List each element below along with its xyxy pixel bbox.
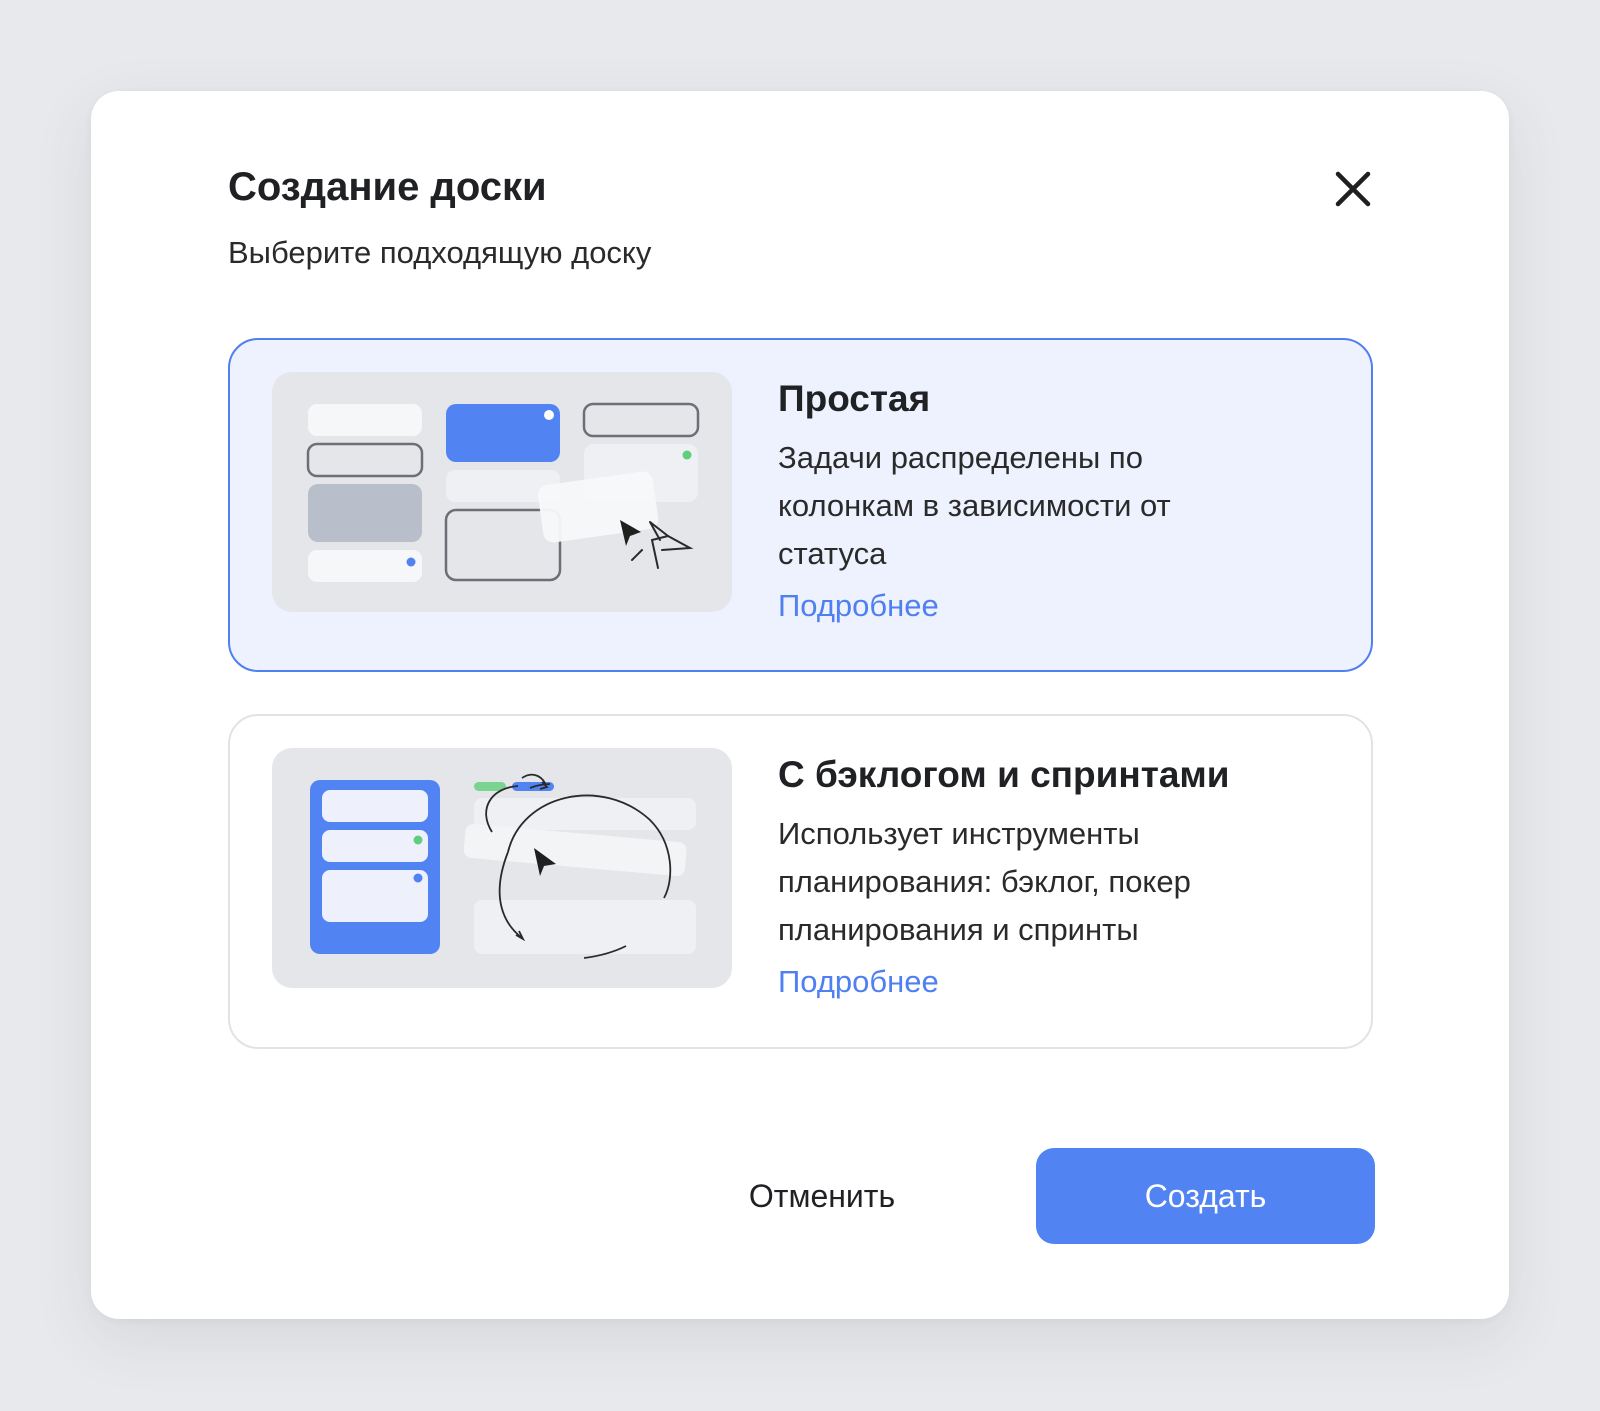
create-button[interactable]: Создать (1036, 1148, 1375, 1244)
sprint-cycle-illustration (272, 748, 732, 988)
create-board-dialog: Создание доски Выберите подходящую доску (91, 91, 1509, 1319)
dialog-title: Создание доски (228, 165, 547, 209)
kanban-board-illustration (272, 372, 732, 612)
board-option-backlog-sprints[interactable]: С бэклогом и спринтами Использует инстру… (228, 714, 1373, 1049)
board-option-simple[interactable]: Простая Задачи распределены по колонкам … (228, 338, 1373, 672)
learn-more-link[interactable]: Подробнее (778, 962, 939, 1002)
option-title: Простая (778, 378, 931, 419)
option-description: Задачи распределены по колонкам в зависи… (778, 440, 1171, 571)
learn-more-link[interactable]: Подробнее (778, 586, 939, 626)
option-description: Использует инструменты планирования: бэк… (778, 816, 1191, 947)
close-button[interactable] (1329, 165, 1377, 213)
option-title: С бэклогом и спринтами (778, 754, 1230, 795)
cancel-button[interactable]: Отменить (707, 1148, 937, 1244)
dialog-subtitle: Выберите подходящую доску (228, 235, 652, 270)
close-icon (1335, 171, 1371, 207)
